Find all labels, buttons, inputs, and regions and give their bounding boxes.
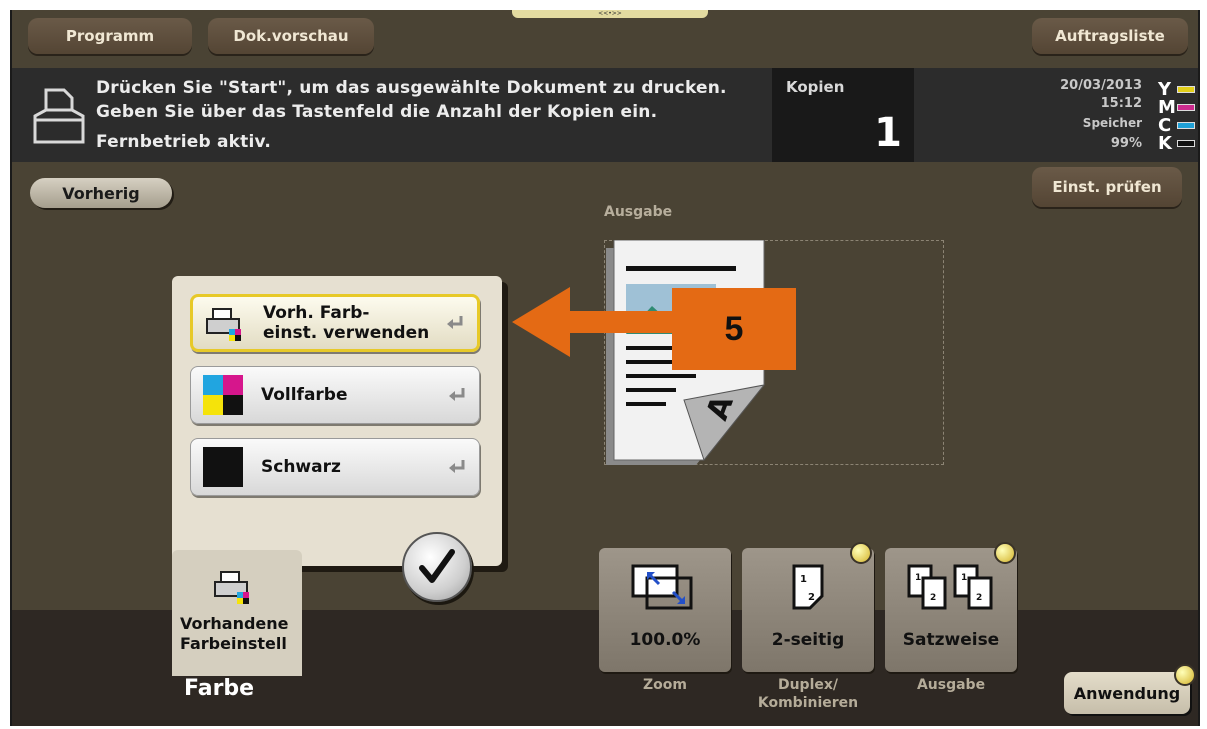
- tab-dok-vorschau[interactable]: Dok.vorschau: [208, 18, 374, 54]
- application-button[interactable]: Anwendung: [1064, 672, 1190, 714]
- duplex-caption: Duplex/ Kombinieren: [757, 677, 859, 711]
- svg-text:1: 1: [800, 574, 807, 585]
- copies-display: Kopien 1: [772, 68, 914, 162]
- option-black[interactable]: Schwarz: [190, 438, 480, 496]
- copies-label: Kopien: [786, 78, 845, 96]
- current-setting-label: Vorhandene Farbeinstell: [180, 614, 289, 653]
- option-label: Vorh. Farb- einst. verwenden: [263, 303, 430, 343]
- printer-color-icon: [214, 571, 249, 604]
- svg-text:2: 2: [808, 592, 815, 603]
- enter-arrow-icon: [449, 388, 465, 401]
- status-dot-icon: [994, 542, 1016, 564]
- option-label: Schwarz: [261, 457, 341, 477]
- output-caption: Ausgabe: [916, 677, 986, 693]
- duplex-value: 2-seitig: [771, 630, 845, 650]
- toner-letter: K: [1158, 133, 1172, 154]
- message-line-2: Geben Sie über das Tastenfeld die Anzahl…: [96, 102, 658, 122]
- quick-duplex-button[interactable]: 1 2 2-seitig: [742, 548, 874, 672]
- zoom-icon: [631, 564, 693, 610]
- toner-letter: C: [1158, 115, 1172, 136]
- quick-output-button[interactable]: 1 2 1 2 Satzweise: [885, 548, 1017, 672]
- ok-check-button[interactable]: [402, 532, 472, 602]
- toner-magenta-bar: [1177, 104, 1195, 111]
- check-settings-button[interactable]: Einst. prüfen: [1032, 167, 1182, 207]
- quick-zoom-button[interactable]: 100.0%: [599, 548, 731, 672]
- enter-arrow-icon: [447, 316, 463, 329]
- toner-letter: M: [1158, 97, 1176, 118]
- panel-frame: <<•>> Programm Dok.vorschau Auftragslist…: [0, 0, 1207, 729]
- back-button[interactable]: Vorherig: [30, 178, 172, 208]
- top-handle[interactable]: <<•>>: [512, 10, 708, 18]
- status-dot-icon: [1174, 664, 1196, 686]
- memory-label: Speicher: [1082, 116, 1142, 130]
- color-selection-panel: Vorh. Farb- einst. verwenden Vollfarbe S…: [172, 276, 502, 566]
- memory-value: 99%: [1110, 136, 1142, 151]
- enter-arrow-icon: [449, 460, 465, 473]
- svg-text:2: 2: [976, 593, 982, 603]
- svg-text:1: 1: [915, 573, 921, 583]
- checkmark-icon: [419, 549, 455, 583]
- toner-yellow-bar: [1177, 86, 1195, 93]
- duplex-icon: 1 2: [792, 564, 824, 610]
- status-block: 20/03/2013 15:12 Speicher 99% Y M C K: [1032, 76, 1195, 160]
- zoom-value: 100.0%: [629, 630, 701, 650]
- message-bar: Drücken Sie "Start", um das ausgewählte …: [12, 68, 1198, 162]
- black-icon: [203, 447, 243, 487]
- option-full-color[interactable]: Vollfarbe: [190, 366, 480, 424]
- touch-screen: <<•>> Programm Dok.vorschau Auftragslist…: [10, 10, 1200, 726]
- preview-label: Ausgabe: [604, 204, 673, 220]
- document-tray-icon: [33, 88, 85, 144]
- svg-text:1: 1: [961, 573, 967, 583]
- svg-text:2: 2: [930, 593, 936, 603]
- tab-auftragsliste[interactable]: Auftragsliste: [1032, 18, 1188, 54]
- status-dot-icon: [850, 542, 872, 564]
- toner-letter: Y: [1158, 79, 1172, 100]
- status-time: 15:12: [1100, 96, 1142, 111]
- option-use-existing-color[interactable]: Vorh. Farb- einst. verwenden: [190, 294, 480, 352]
- toner-cyan-bar: [1177, 122, 1195, 129]
- message-line-3: Fernbetrieb aktiv.: [96, 132, 272, 152]
- section-label-farbe: Farbe: [184, 676, 255, 701]
- message-line-1: Drücken Sie "Start", um das ausgewählte …: [96, 78, 727, 98]
- option-label: Vollfarbe: [261, 385, 348, 405]
- toner-black-bar: [1177, 140, 1195, 147]
- current-color-setting-tile[interactable]: Vorhandene Farbeinstell: [172, 550, 302, 676]
- collate-icon: 1 2 1 2: [907, 564, 993, 610]
- zoom-caption: Zoom: [643, 677, 687, 693]
- full-color-icon: [203, 375, 243, 415]
- printer-color-icon: [206, 308, 241, 341]
- callout-arrow-icon: [512, 287, 672, 357]
- callout-number: 5: [724, 309, 744, 348]
- tab-programm[interactable]: Programm: [28, 18, 192, 54]
- status-date: 20/03/2013: [1060, 78, 1142, 93]
- copies-value: 1: [874, 110, 902, 156]
- callout-number-box: 5: [672, 288, 796, 370]
- output-value: Satzweise: [902, 630, 1000, 650]
